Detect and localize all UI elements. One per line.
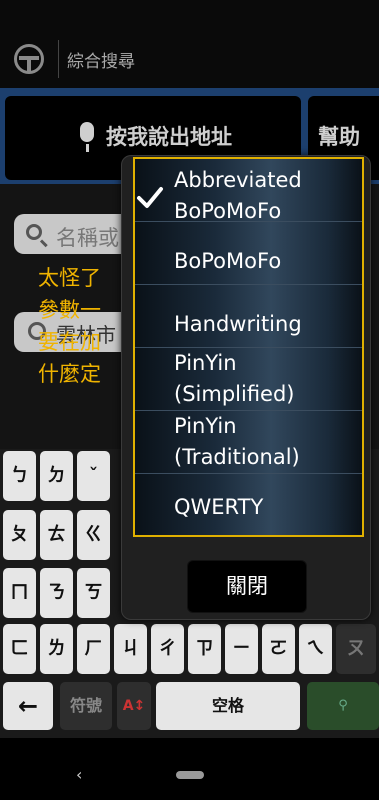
list-item[interactable]: Handwriting bbox=[135, 285, 362, 348]
key[interactable]: ㄡ bbox=[336, 624, 376, 674]
item-label: BoPoMoFo bbox=[174, 249, 282, 273]
key[interactable]: ㄐ bbox=[114, 624, 147, 674]
item-label: PinYin bbox=[174, 351, 237, 375]
key[interactable]: ㄆ bbox=[3, 510, 36, 560]
comment-line: 要在加 bbox=[38, 330, 101, 354]
header-divider bbox=[58, 40, 59, 78]
list-item[interactable]: QWERTY bbox=[135, 474, 362, 537]
item-label: Handwriting bbox=[174, 312, 302, 336]
search-icon: ⚲ bbox=[338, 698, 348, 713]
page-title: 綜合搜尋 bbox=[67, 52, 135, 72]
key[interactable]: ㄌ bbox=[40, 624, 73, 674]
overlay-comment: 太怪了 參數一 要在加 什麼定 bbox=[38, 262, 101, 390]
home-pill-icon[interactable] bbox=[176, 771, 204, 779]
top-bar bbox=[0, 0, 379, 88]
space-key[interactable]: 空格 bbox=[156, 682, 300, 730]
microphone-icon bbox=[80, 122, 94, 142]
key[interactable]: ㄇ bbox=[3, 568, 36, 618]
help-label: 幫助 bbox=[318, 125, 360, 149]
key[interactable]: ㄛ bbox=[262, 624, 295, 674]
key[interactable]: ㄋ bbox=[40, 568, 73, 618]
key[interactable]: ㄅ bbox=[3, 451, 36, 501]
symbols-key[interactable]: 符號 bbox=[60, 682, 112, 730]
backspace-key[interactable]: ← bbox=[3, 682, 53, 730]
comment-line: 太怪了 bbox=[38, 266, 101, 290]
search-placeholder: 名稱或 bbox=[56, 226, 119, 250]
key[interactable]: ㄈ bbox=[3, 624, 36, 674]
key[interactable]: ㄏ bbox=[77, 624, 110, 674]
search-key[interactable]: ⚲ bbox=[307, 682, 379, 730]
key[interactable]: ㄔ bbox=[151, 624, 184, 674]
item-label: QWERTY bbox=[174, 495, 264, 519]
close-button-label: 關閉 bbox=[226, 574, 268, 598]
comment-line: 什麼定 bbox=[38, 362, 101, 386]
comment-line: 參數一 bbox=[38, 298, 101, 322]
item-label: Abbreviated bbox=[174, 168, 302, 192]
back-chevron-icon[interactable]: ‹ bbox=[76, 765, 82, 784]
search-icon bbox=[26, 224, 42, 240]
key[interactable]: ㄊ bbox=[40, 510, 73, 560]
language-switch-key[interactable]: A↕ bbox=[117, 682, 151, 730]
key[interactable]: ㄎ bbox=[77, 568, 110, 618]
key[interactable]: ㄗ bbox=[188, 624, 221, 674]
list-item[interactable]: PinYin (Traditional) bbox=[135, 411, 362, 474]
steering-wheel-icon[interactable] bbox=[14, 44, 44, 74]
item-label: (Traditional) bbox=[174, 445, 300, 469]
key[interactable]: ㄟ bbox=[299, 624, 332, 674]
system-nav-bar bbox=[0, 738, 379, 800]
item-label: PinYin bbox=[174, 414, 237, 438]
key[interactable]: ˇ bbox=[77, 451, 110, 501]
voice-input-label: 按我說出地址 bbox=[106, 125, 232, 149]
list-item[interactable]: PinYin (Simplified) bbox=[135, 348, 362, 411]
list-item[interactable]: BoPoMoFo bbox=[135, 222, 362, 285]
language-switch-icon: A↕ bbox=[122, 698, 146, 714]
checkmark-icon bbox=[137, 187, 163, 208]
key[interactable]: ㄍ bbox=[77, 510, 110, 560]
microphone-stem bbox=[86, 144, 89, 152]
list-item[interactable]: Abbreviated BoPoMoFo bbox=[135, 159, 362, 222]
item-label: (Simplified) bbox=[174, 382, 295, 406]
item-label: BoPoMoFo bbox=[174, 199, 282, 222]
backspace-arrow-icon: ← bbox=[17, 692, 39, 720]
key[interactable]: ㄉ bbox=[40, 451, 73, 501]
input-method-list: Abbreviated BoPoMoFo BoPoMoFo Handwritin… bbox=[133, 157, 364, 537]
key[interactable]: ㄧ bbox=[225, 624, 258, 674]
